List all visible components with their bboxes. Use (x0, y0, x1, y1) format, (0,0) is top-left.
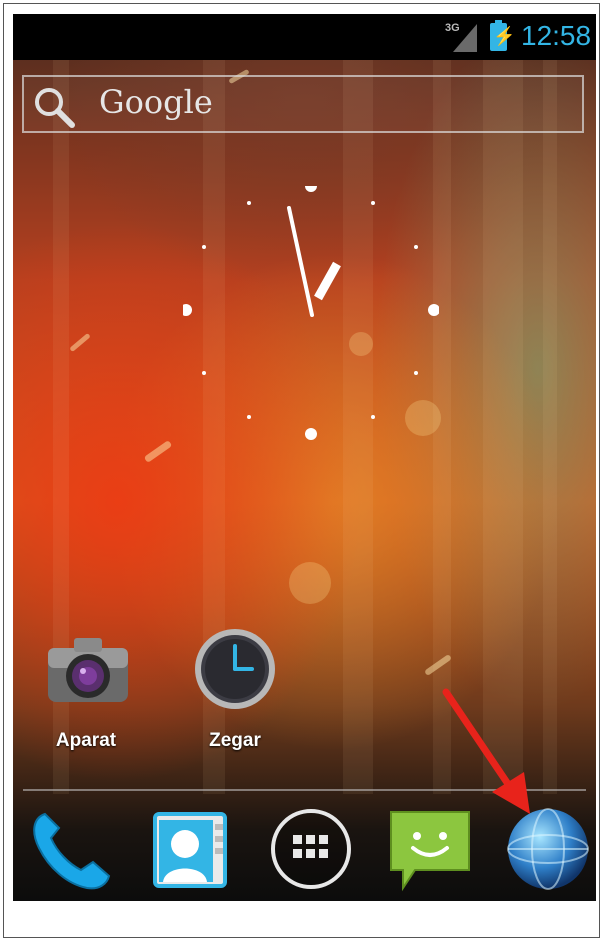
phone-icon[interactable] (25, 804, 115, 894)
battery-charging-icon: ⚡ (490, 20, 515, 51)
camera-icon (48, 638, 128, 702)
app-clock[interactable]: Zegar (175, 626, 295, 766)
app-label: Zegar (209, 730, 261, 751)
analog-clock-widget[interactable] (183, 186, 439, 442)
app-label: Aparat (55, 730, 117, 751)
google-search-widget[interactable]: Google (22, 75, 584, 133)
all-apps-icon[interactable] (266, 804, 356, 894)
status-bar: 3G ⚡ 12:58 (13, 14, 596, 60)
contacts-icon[interactable] (145, 804, 235, 894)
search-label: Google (99, 83, 213, 121)
wallpaper-bokeh (289, 562, 331, 604)
status-time: 12:58 (521, 20, 592, 51)
search-icon (35, 88, 75, 128)
wallpaper-spark (69, 332, 91, 353)
signal-icon (453, 24, 477, 52)
minute-hand (287, 206, 314, 317)
home-screen: 3G ⚡ 12:58 Google Aparat Zegar (13, 14, 596, 901)
clock-icon (195, 629, 275, 709)
hour-hand (314, 261, 341, 301)
app-camera[interactable]: Aparat (26, 626, 146, 766)
red-arrow-icon (442, 688, 530, 814)
wallpaper-spark (143, 440, 173, 463)
